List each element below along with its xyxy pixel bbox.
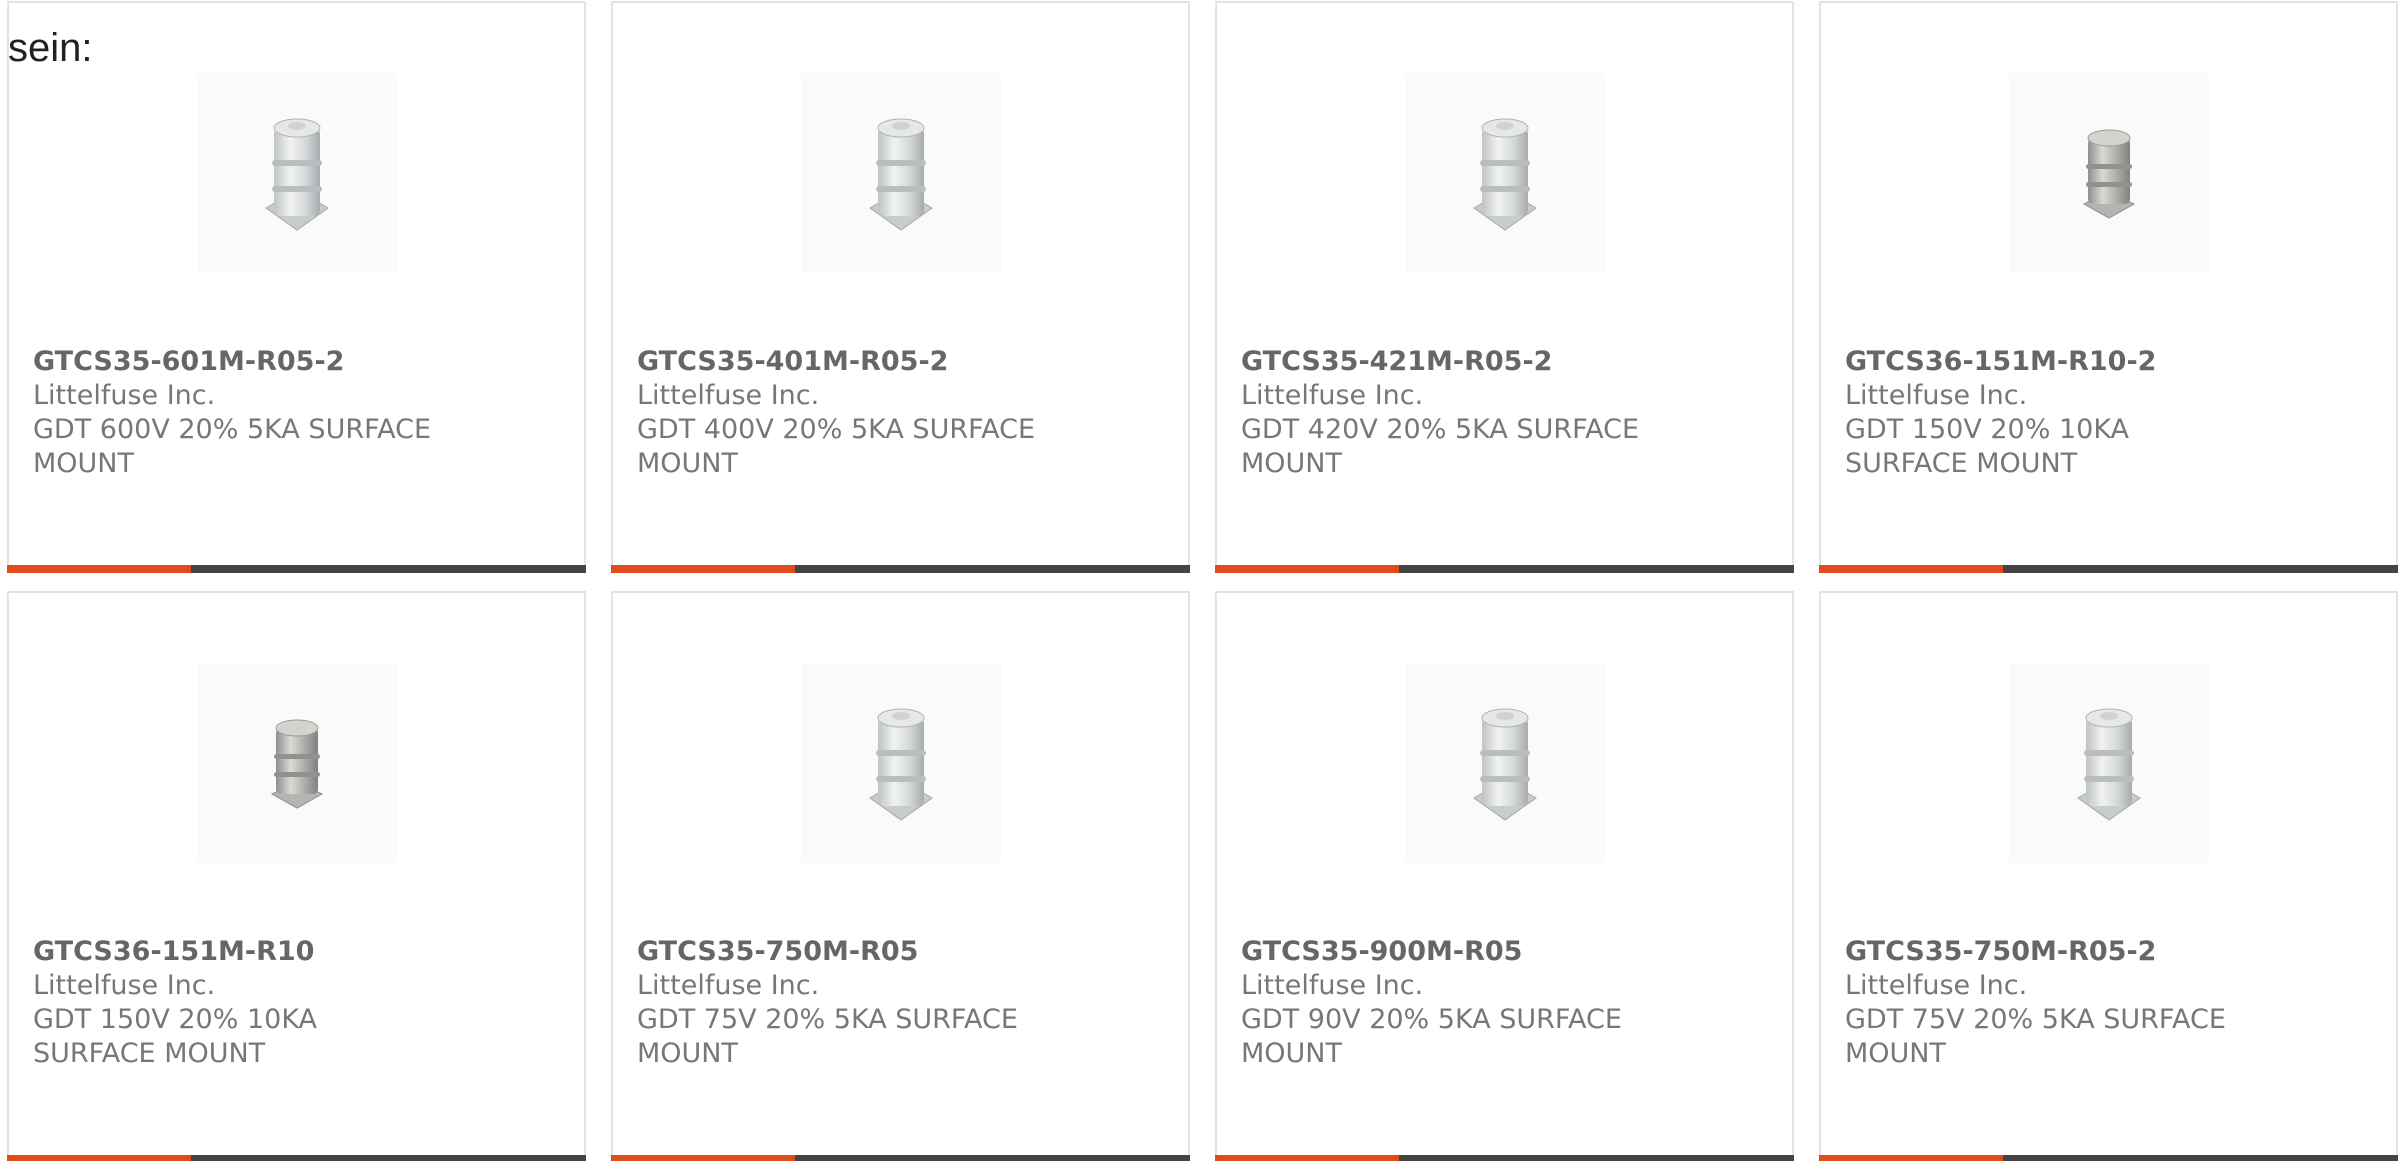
product-description: GDT 420V 20% 5KA SURFACE MOUNT xyxy=(1241,414,1640,479)
product-card[interactable]: GTCS35-421M-R05-2 Littelfuse Inc. GDT 42… xyxy=(1215,1,1794,573)
product-card[interactable]: GTCS35-601M-R05-2 Littelfuse Inc. GDT 60… xyxy=(7,1,586,573)
manufacturer-name: Littelfuse Inc. xyxy=(1845,380,2028,411)
product-description: GDT 150V 20% 10KA SURFACE MOUNT xyxy=(33,1004,318,1069)
part-number-link[interactable]: GTCS35-900M-R05 xyxy=(1241,935,1768,969)
product-info: GTCS35-750M-R05 Littelfuse Inc. GDT 75V … xyxy=(637,935,1164,1071)
product-description: GDT 600V 20% 5KA SURFACE MOUNT xyxy=(33,414,432,479)
product-grid: GTCS35-601M-R05-2 Littelfuse Inc. GDT 60… xyxy=(7,1,2398,1161)
product-info: GTCS35-401M-R05-2 Littelfuse Inc. GDT 40… xyxy=(637,345,1164,481)
part-number-link[interactable]: GTCS35-401M-R05-2 xyxy=(637,345,1164,379)
product-card[interactable]: GTCS35-900M-R05 Littelfuse Inc. GDT 90V … xyxy=(1215,591,1794,1161)
product-info: GTCS35-601M-R05-2 Littelfuse Inc. GDT 60… xyxy=(33,345,560,481)
product-description: GDT 90V 20% 5KA SURFACE MOUNT xyxy=(1241,1004,1622,1069)
intro-text: sein: xyxy=(8,26,93,70)
product-card[interactable]: GTCS35-750M-R05-2 Littelfuse Inc. GDT 75… xyxy=(1819,591,2398,1161)
product-info: GTCS36-151M-R10 Littelfuse Inc. GDT 150V… xyxy=(33,935,560,1071)
part-number-link[interactable]: GTCS35-601M-R05-2 xyxy=(33,345,560,379)
tall-gdt-image[interactable] xyxy=(1404,73,1605,273)
manufacturer-name: Littelfuse Inc. xyxy=(33,380,216,411)
product-card[interactable]: GTCS35-750M-R05 Littelfuse Inc. GDT 75V … xyxy=(611,591,1190,1161)
part-number-link[interactable]: GTCS36-151M-R10-2 xyxy=(1845,345,2372,379)
card-progress-bar xyxy=(7,1155,586,1161)
manufacturer-name: Littelfuse Inc. xyxy=(1241,970,1424,1001)
card-progress-bar xyxy=(1215,565,1794,573)
tall-gdt-image[interactable] xyxy=(196,73,397,273)
product-list-page: sein: GTCS35-601M-R05-2 Littelfuse Inc. … xyxy=(0,0,2400,1161)
short-gdt-image[interactable] xyxy=(2008,73,2209,273)
card-progress-bar xyxy=(611,1155,1190,1161)
part-number-link[interactable]: GTCS35-421M-R05-2 xyxy=(1241,345,1768,379)
tall-gdt-image[interactable] xyxy=(800,73,1001,273)
product-description: GDT 150V 20% 10KA SURFACE MOUNT xyxy=(1845,414,2130,479)
card-progress-bar xyxy=(1819,565,2398,573)
product-card[interactable]: GTCS36-151M-R10 Littelfuse Inc. GDT 150V… xyxy=(7,591,586,1161)
manufacturer-name: Littelfuse Inc. xyxy=(1845,970,2028,1001)
part-number-link[interactable]: GTCS35-750M-R05 xyxy=(637,935,1164,969)
part-number-link[interactable]: GTCS35-750M-R05-2 xyxy=(1845,935,2372,969)
product-info: GTCS36-151M-R10-2 Littelfuse Inc. GDT 15… xyxy=(1845,345,2372,481)
manufacturer-name: Littelfuse Inc. xyxy=(637,380,820,411)
product-description: GDT 400V 20% 5KA SURFACE MOUNT xyxy=(637,414,1036,479)
short-gdt-image[interactable] xyxy=(196,663,397,863)
part-number-link[interactable]: GTCS36-151M-R10 xyxy=(33,935,560,969)
manufacturer-name: Littelfuse Inc. xyxy=(637,970,820,1001)
product-info: GTCS35-421M-R05-2 Littelfuse Inc. GDT 42… xyxy=(1241,345,1768,481)
product-info: GTCS35-900M-R05 Littelfuse Inc. GDT 90V … xyxy=(1241,935,1768,1071)
tall-gdt-image[interactable] xyxy=(800,663,1001,863)
tall-gdt-image[interactable] xyxy=(2008,663,2209,863)
manufacturer-name: Littelfuse Inc. xyxy=(33,970,216,1001)
product-info: GTCS35-750M-R05-2 Littelfuse Inc. GDT 75… xyxy=(1845,935,2372,1071)
card-progress-bar xyxy=(1215,1155,1794,1161)
product-card[interactable]: GTCS36-151M-R10-2 Littelfuse Inc. GDT 15… xyxy=(1819,1,2398,573)
product-card[interactable]: GTCS35-401M-R05-2 Littelfuse Inc. GDT 40… xyxy=(611,1,1190,573)
product-description: GDT 75V 20% 5KA SURFACE MOUNT xyxy=(1845,1004,2226,1069)
product-description: GDT 75V 20% 5KA SURFACE MOUNT xyxy=(637,1004,1018,1069)
manufacturer-name: Littelfuse Inc. xyxy=(1241,380,1424,411)
card-progress-bar xyxy=(7,565,586,573)
card-progress-bar xyxy=(611,565,1190,573)
card-progress-bar xyxy=(1819,1155,2398,1161)
tall-gdt-image[interactable] xyxy=(1404,663,1605,863)
